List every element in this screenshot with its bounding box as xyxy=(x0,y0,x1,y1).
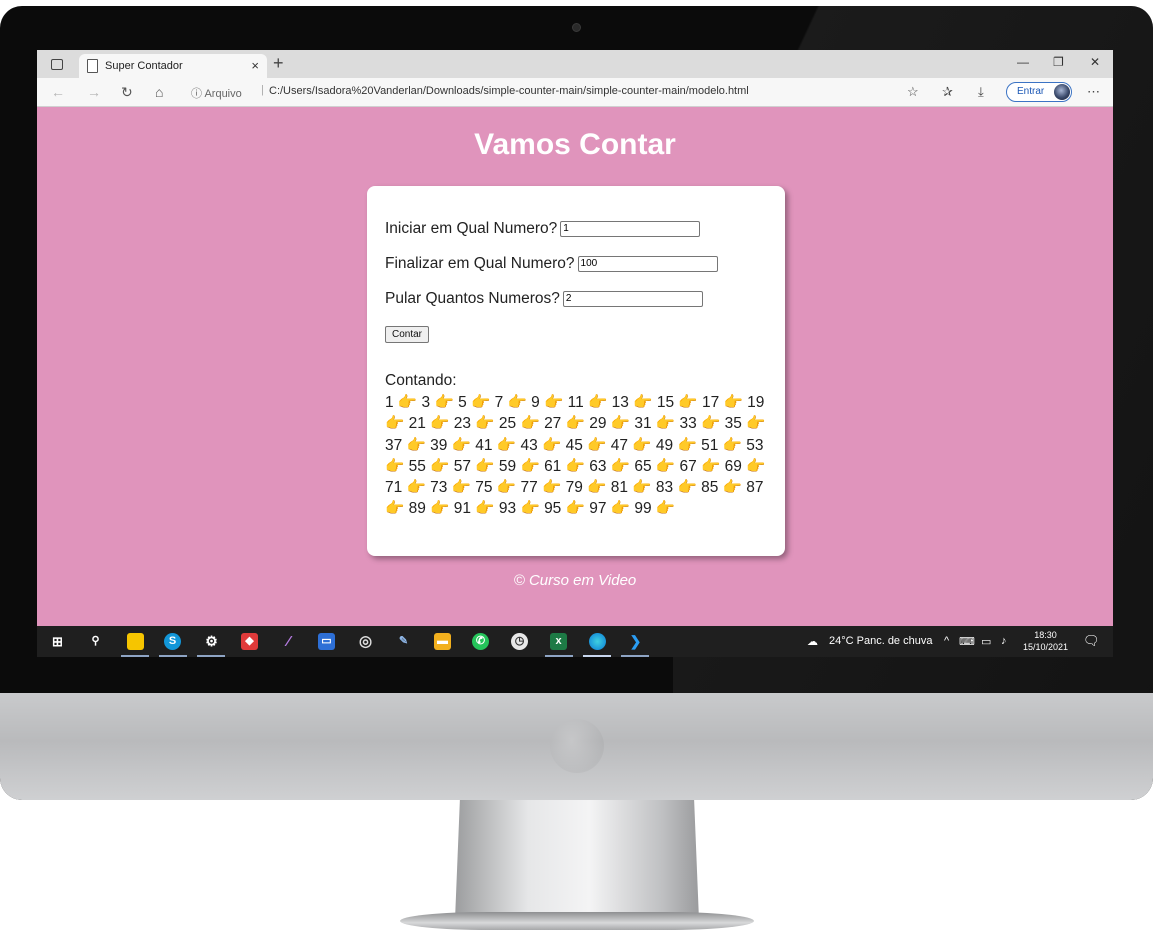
page-icon xyxy=(87,59,98,73)
network-icon[interactable]: ▭ xyxy=(981,635,991,648)
file-explorer-icon[interactable]: ▬ xyxy=(434,633,451,650)
new-tab-button[interactable]: + xyxy=(273,53,284,74)
feather-app-icon[interactable]: ⁄ xyxy=(280,633,297,650)
add-favorite-icon[interactable]: ☆ xyxy=(907,84,919,100)
home-icon[interactable]: ⌂ xyxy=(155,84,163,100)
close-window-icon[interactable]: ✕ xyxy=(1090,55,1100,69)
count-button[interactable]: Contar xyxy=(385,326,430,343)
tab-actions-icon[interactable] xyxy=(51,59,63,70)
start-input[interactable] xyxy=(560,220,701,237)
edit-app-icon[interactable]: ✎ xyxy=(395,633,412,650)
back-icon[interactable]: ← xyxy=(51,84,65,100)
active-indicator xyxy=(121,655,149,657)
downloads-icon[interactable]: ⤓ xyxy=(978,84,984,100)
tray-chevron-icon[interactable]: ^ xyxy=(944,635,949,647)
obs-icon[interactable]: ◎ xyxy=(357,633,374,650)
active-indicator xyxy=(197,655,225,657)
screen: Super Contador × + — ❐ ✕ ← → ↻ ⌂ ⓘ Arqui… xyxy=(37,50,1113,657)
step-label: Pular Quantos Numeros? xyxy=(385,290,560,307)
vscode-icon[interactable]: ❯ xyxy=(627,633,644,650)
monitor-frame: Super Contador × + — ❐ ✕ ← → ↻ ⌂ ⓘ Arqui… xyxy=(0,6,1153,800)
result-label: Contando: xyxy=(385,372,457,389)
footer-credit: © Curso em Video xyxy=(513,572,637,589)
end-row: Finalizar em Qual Numero? xyxy=(385,255,718,273)
anydesk-icon[interactable]: ◆ xyxy=(241,633,258,650)
excel-icon[interactable]: x xyxy=(550,633,567,650)
notifications-icon[interactable]: 🗨 xyxy=(1083,633,1100,649)
windows-taskbar: ⊞ ⚲ S ⚙ ◆ ⁄ ▭ ◎ ✎ ▬ ✆ ◷ x ❯ ☁ 24°C Panc.… xyxy=(37,626,1113,657)
more-options-icon[interactable]: ⋯ xyxy=(1087,84,1100,100)
tab-super-contador[interactable]: Super Contador × xyxy=(79,54,267,78)
profile-avatar xyxy=(1054,84,1070,100)
signin-label: Entrar xyxy=(1017,86,1045,97)
counter-card: Iniciar em Qual Numero? Finalizar em Qua… xyxy=(367,186,785,556)
windows-start-icon[interactable]: ⊞ xyxy=(49,633,66,650)
system-clock[interactable]: 18:30 15/10/2021 xyxy=(1023,629,1068,653)
whatsapp-icon[interactable]: ✆ xyxy=(472,633,489,650)
webcam xyxy=(572,23,581,32)
search-icon[interactable]: ⚲ xyxy=(87,633,104,650)
monitor-logo xyxy=(550,719,604,773)
url-text: C:/Users/Isadora%20Vanderlan/Downloads/s… xyxy=(269,85,749,97)
forward-icon[interactable]: → xyxy=(87,84,101,100)
start-row: Iniciar em Qual Numero? xyxy=(385,220,701,238)
monitor-stand xyxy=(455,800,699,920)
clock-date: 15/10/2021 xyxy=(1023,642,1069,652)
clock-app-icon[interactable]: ◷ xyxy=(511,633,528,650)
keyboard-icon[interactable]: ⌨ xyxy=(959,635,975,648)
url-separator: | xyxy=(261,84,264,96)
end-input[interactable] xyxy=(577,255,718,272)
volume-icon[interactable]: ♪ xyxy=(1001,635,1007,647)
signin-button[interactable]: Entrar xyxy=(1006,82,1072,102)
minimize-icon[interactable]: — xyxy=(1017,55,1029,69)
browser-tab-bar: Super Contador × + — ❐ ✕ xyxy=(37,50,1113,78)
settings-icon[interactable]: ⚙ xyxy=(203,633,220,650)
page-title: Vamos Contar xyxy=(474,128,676,161)
url-info-label[interactable]: ⓘ Arquivo xyxy=(191,85,242,101)
step-row: Pular Quantos Numeros? xyxy=(385,290,703,308)
active-indicator xyxy=(583,655,611,657)
result-output: 1 👉 3 👉 5 👉 7 👉 9 👉 11 👉 13 👉 15 👉 17 👉 … xyxy=(385,394,766,518)
active-indicator xyxy=(545,655,573,657)
favorites-icon[interactable]: ✰ xyxy=(942,84,953,100)
end-label: Finalizar em Qual Numero? xyxy=(385,255,575,272)
weather-icon[interactable]: ☁ xyxy=(807,635,818,648)
url-field[interactable]: ⓘ Arquivo | C:/Users/Isadora%20Vanderlan… xyxy=(183,81,899,102)
active-indicator xyxy=(621,655,649,657)
clock-time: 18:30 xyxy=(1034,630,1057,640)
sticky-notes-icon[interactable] xyxy=(127,633,144,650)
weather-text[interactable]: 24°C Panc. de chuva xyxy=(829,635,932,647)
step-input[interactable] xyxy=(562,290,703,307)
start-label: Iniciar em Qual Numero? xyxy=(385,220,558,237)
edge-icon[interactable] xyxy=(589,633,606,650)
desktop-app-icon[interactable]: ▭ xyxy=(318,633,335,650)
active-indicator xyxy=(159,655,187,657)
skype-icon[interactable]: S xyxy=(164,633,181,650)
browser-address-bar: ← → ↻ ⌂ ⓘ Arquivo | C:/Users/Isadora%20V… xyxy=(37,78,1113,107)
tab-close-icon[interactable]: × xyxy=(251,58,259,73)
refresh-icon[interactable]: ↻ xyxy=(121,84,133,101)
restore-icon[interactable]: ❐ xyxy=(1053,55,1064,69)
tab-title: Super Contador xyxy=(105,60,183,72)
monitor-base xyxy=(400,912,754,930)
